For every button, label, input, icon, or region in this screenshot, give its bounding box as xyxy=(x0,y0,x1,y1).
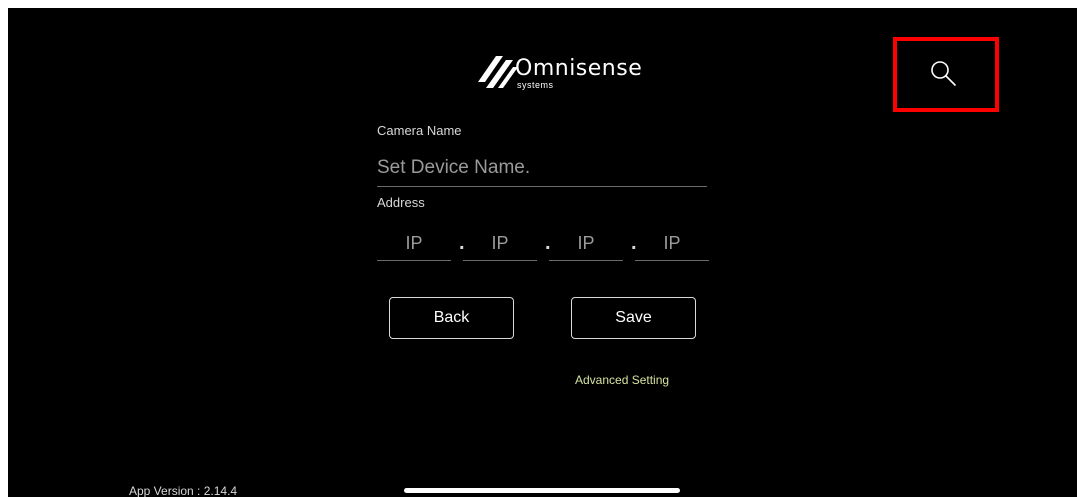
app-version-text: App Version : 2.14.4 xyxy=(129,484,238,497)
logo-wordmark: Omnisense xyxy=(515,56,643,81)
back-button[interactable]: Back xyxy=(389,297,514,339)
save-button[interactable]: Save xyxy=(571,297,696,339)
ip-octet-4-input[interactable] xyxy=(635,226,709,261)
camera-name-input[interactable] xyxy=(377,150,707,187)
app-screen: Omnisense systems Camera Name Address . … xyxy=(8,8,1077,497)
home-indicator-bar[interactable] xyxy=(404,488,680,493)
camera-name-label: Camera Name xyxy=(377,123,462,138)
ip-octet-2-input[interactable] xyxy=(463,226,537,261)
advanced-setting-link[interactable]: Advanced Setting xyxy=(575,373,669,387)
address-label: Address xyxy=(377,195,425,210)
ip-octet-3-input[interactable] xyxy=(549,226,623,261)
ip-octet-1-input[interactable] xyxy=(377,226,451,261)
search-icon[interactable] xyxy=(928,58,958,88)
logo-subtitle: systems xyxy=(517,80,554,90)
